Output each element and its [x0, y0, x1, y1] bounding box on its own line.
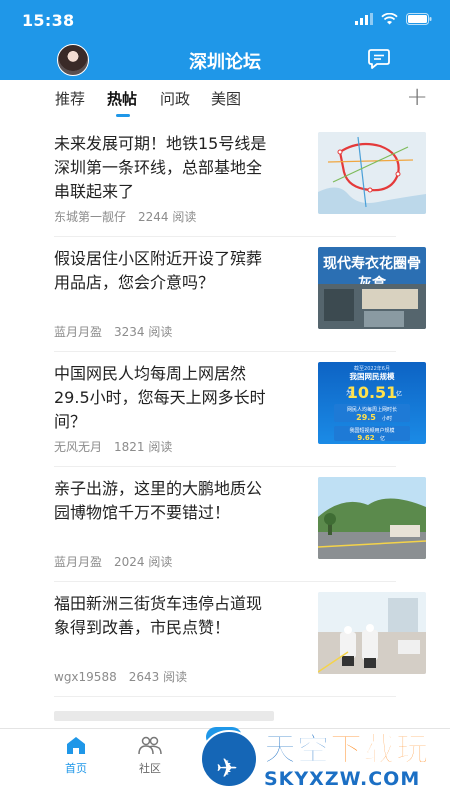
post-meta: 蓝月月盈 2024 阅读	[54, 553, 172, 570]
metro-map-graphic	[318, 132, 426, 214]
post-title[interactable]: 福田新洲三街货车违停占道现象得到改善，市民点赞！	[54, 592, 276, 640]
stat-weekly-unit: 小时	[382, 415, 392, 422]
tab-politics[interactable]: 问政	[160, 88, 190, 109]
post-views: 3234 阅读	[114, 325, 173, 339]
post-meta: 无风无月 1821 阅读	[54, 438, 172, 455]
post-feed: 未来发展可期！地铁15号线是深圳第一条环线，总部基地全串联起来了 东城第一靓仔 2…	[0, 122, 450, 737]
post-meta: wgx19588 2643 阅读	[54, 668, 187, 685]
signal-icon	[355, 13, 373, 25]
tab-hot-posts-label: 热帖	[107, 90, 138, 108]
watermark-logo: ✈	[200, 730, 258, 788]
post-views: 1821 阅读	[114, 440, 173, 454]
community-icon	[138, 736, 162, 755]
tab-hot-posts[interactable]: 热帖	[107, 88, 138, 117]
nav-home[interactable]: 首页	[46, 735, 106, 776]
tab-pictures[interactable]: 美图	[211, 88, 241, 109]
add-tab-button[interactable]: +	[370, 80, 450, 118]
post-author: 东城第一靓仔	[54, 210, 127, 224]
wifi-icon	[381, 13, 398, 25]
stat-big-number: 10.51	[347, 383, 398, 402]
post-title[interactable]: 假设居住小区附近开设了殡葬用品店，您会介意吗？	[54, 247, 276, 295]
stat-video-unit: 亿	[380, 435, 385, 442]
tab-recommend[interactable]: 推荐	[55, 88, 85, 109]
park-graphic	[318, 477, 426, 559]
watermark-subtitle: SKYXZW.COM	[264, 768, 421, 790]
post-item[interactable]: 未来发展可期！地铁15号线是深圳第一条环线，总部基地全串联起来了 东城第一靓仔 2…	[54, 122, 426, 237]
post-meta: 蓝月月盈 3234 阅读	[54, 323, 172, 340]
home-icon	[67, 737, 85, 754]
metro-map-image[interactable]	[318, 132, 426, 214]
stat-video-number: 9.62	[357, 434, 374, 442]
nav-home-label: 首页	[65, 762, 87, 775]
post-item[interactable]: 福田新洲三街货车违停占道现象得到改善，市民点赞！ wgx19588 2643 阅读	[54, 582, 426, 697]
post-views: 2643 阅读	[128, 670, 188, 684]
shop-sign-image[interactable]: 现代寿衣花圈骨灰盒	[318, 247, 426, 329]
watermark-title-main: 天空	[263, 730, 331, 769]
post-author: 无风无月	[54, 440, 103, 454]
nav-community-label: 社区	[139, 762, 161, 775]
shop-front-graphic	[318, 284, 426, 329]
plus-icon: +	[406, 82, 428, 112]
app-header: 15:38 深圳论坛	[0, 0, 450, 80]
post-item[interactable]: 假设居住小区附近开设了殡葬用品店，您会介意吗？ 蓝月月盈 3234 阅读 现代寿衣…	[54, 237, 426, 352]
stats-graphic: 截至2022年6月 我国网民规模 为 10.51 亿 网民人均每周上网时长 29…	[334, 365, 410, 442]
post-author: 蓝月月盈	[54, 555, 103, 569]
post-author: wgx19588	[54, 670, 117, 684]
title-bar: 深圳论坛	[0, 40, 450, 80]
airplane-icon: ✈	[216, 754, 238, 784]
post-item[interactable]: 中国网民人均每周上网居然29.5小时，您每天上网多长时间？ 无风无月 1821 阅…	[54, 352, 426, 467]
message-icon[interactable]	[366, 48, 392, 72]
battery-icon	[406, 13, 432, 25]
post-title[interactable]: 中国网民人均每周上网居然29.5小时，您每天上网多长时间？	[54, 362, 276, 434]
status-time: 15:38	[22, 11, 75, 30]
category-tabs: 推荐 热帖 问政 美图 +	[0, 80, 450, 122]
post-title[interactable]: 未来发展可期！地铁15号线是深圳第一条环线，总部基地全串联起来了	[54, 132, 276, 204]
post-item[interactable]: 亲子出游，这里的大鹏地质公园博物馆千万不要错过！ 蓝月月盈 2024 阅读	[54, 467, 426, 582]
post-title[interactable]: 亲子出游，这里的大鹏地质公园博物馆千万不要错过！	[54, 477, 276, 525]
post-meta: 东城第一靓仔 2244 阅读	[54, 208, 196, 225]
nav-community[interactable]: 社区	[120, 735, 180, 776]
post-views: 2244 阅读	[138, 210, 197, 224]
stat-video-caption: 我国短视频用户规模	[349, 427, 394, 434]
post-author: 蓝月月盈	[54, 325, 103, 339]
watermark-title: 天空下载玩	[263, 724, 430, 770]
park-museum-image[interactable]	[318, 477, 426, 559]
stat-date-text: 截至2022年6月	[354, 365, 390, 372]
stat-caption-text: 我国网民规模	[350, 371, 395, 381]
internet-stats-image[interactable]: 截至2022年6月 我国网民规模 为 10.51 亿 网民人均每周上网时长 29…	[318, 362, 426, 444]
stat-unit-text: 亿	[396, 390, 402, 398]
street-graphic	[318, 592, 426, 674]
stat-weekly-caption: 网民人均每周上网时长	[347, 406, 397, 413]
active-tab-indicator	[116, 114, 130, 117]
watermark-title-accent: 下载玩	[330, 730, 430, 769]
post-views: 2024 阅读	[114, 555, 173, 569]
stat-weekly-number: 29.5	[356, 413, 376, 422]
status-icons	[355, 13, 432, 25]
police-street-image[interactable]	[318, 592, 426, 674]
site-watermark: ✈ 天空下载玩 SKYXZW.COM	[198, 720, 446, 796]
